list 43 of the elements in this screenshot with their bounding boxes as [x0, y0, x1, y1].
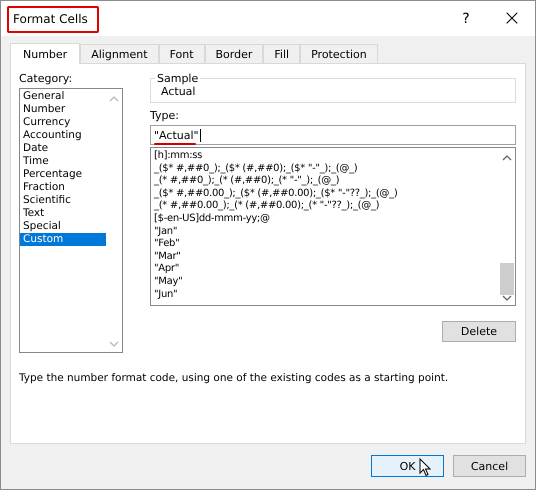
- category-list[interactable]: General Number Currency Accounting Date Time Percentage Fraction Scientific Text Special Custom: [19, 88, 123, 353]
- category-item[interactable]: General: [20, 90, 106, 103]
- type-field[interactable]: "Actual": [150, 125, 516, 145]
- help-button[interactable]: ?: [443, 1, 489, 36]
- category-item[interactable]: Currency: [20, 116, 106, 129]
- format-code-item[interactable]: _($* #,##0.00_);_($* (#,##0.00);_($* "-"??_);_(@_): [154, 188, 499, 200]
- delete-button[interactable]: Delete: [442, 321, 516, 342]
- dialog-button[interactable]: OK: [371, 455, 444, 477]
- category-item[interactable]: Percentage: [20, 168, 106, 181]
- tab[interactable]: Number: [10, 43, 80, 64]
- window-title: Format Cells: [13, 12, 89, 26]
- format-code-item[interactable]: [h]:mm:ss: [154, 150, 499, 163]
- category-item[interactable]: Special: [20, 220, 106, 233]
- tab[interactable]: Alignment: [80, 44, 159, 63]
- category-item[interactable]: Scientific: [20, 194, 106, 207]
- description-text: Type the number format code, using one of the existing codes as a starting point.: [19, 372, 450, 384]
- format-code-item[interactable]: "Jun": [154, 288, 499, 302]
- category-item[interactable]: Time: [20, 155, 106, 168]
- format-code-item[interactable]: _($* #,##0_);_($* (#,##0);_($* "-"_);_(@_): [154, 162, 499, 176]
- format-code-item[interactable]: "Apr": [154, 263, 499, 276]
- format-code-item[interactable]: "May": [154, 276, 499, 289]
- category-item[interactable]: Date: [20, 142, 106, 155]
- tab[interactable]: Protection: [300, 44, 378, 63]
- format-code-item[interactable]: _(* #,##0.00_);_(* (#,##0.00);_(* "-"??_);_(@_): [154, 200, 499, 213]
- format-code-item[interactable]: "Feb": [154, 238, 499, 251]
- close-button[interactable]: ×: [489, 1, 535, 36]
- category-item[interactable]: Custom: [20, 233, 106, 246]
- tab[interactable]: Font: [158, 44, 205, 63]
- tab[interactable]: Border: [204, 44, 264, 63]
- category-item[interactable]: Number: [20, 103, 106, 116]
- sample-value: Actual: [161, 85, 196, 98]
- category-item[interactable]: Accounting: [20, 129, 106, 142]
- format-code-item[interactable]: "Jan": [154, 226, 499, 238]
- tab[interactable]: Fill: [263, 44, 300, 63]
- format-code-item[interactable]: [$-en-US]dd-mmm-yy;@: [154, 212, 499, 226]
- dialog-button[interactable]: Cancel: [453, 455, 526, 477]
- category-item[interactable]: Fraction: [20, 181, 106, 194]
- format-code-item[interactable]: "Mar": [154, 250, 499, 264]
- category-item[interactable]: Text: [20, 207, 106, 220]
- format-code-item[interactable]: _(* #,##0_);_(* (#,##0);_(* "-"_);_(@_): [154, 175, 499, 188]
- sample-label: Sample: [156, 72, 200, 85]
- category-label: Category:: [19, 72, 74, 85]
- type-label: Type:: [150, 109, 180, 122]
